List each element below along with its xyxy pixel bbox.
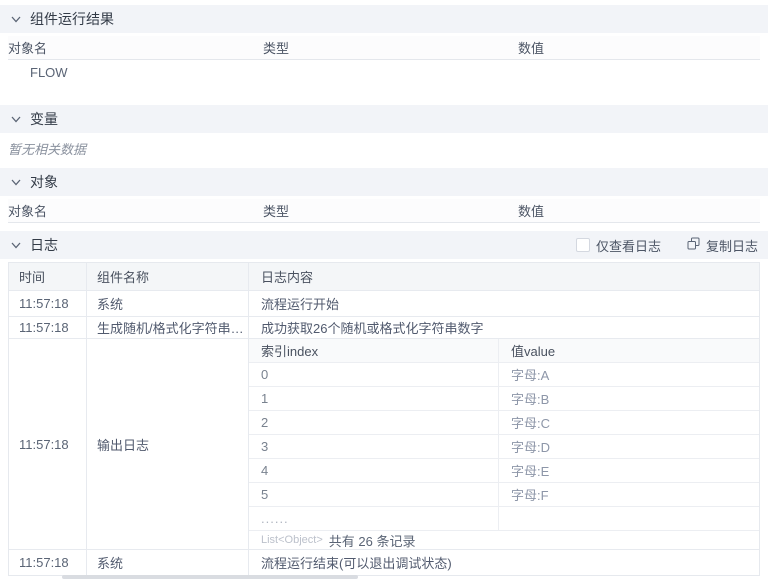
section-header-objects[interactable]: 对象 <box>0 168 768 196</box>
column-header-value: 数值 <box>518 204 545 219</box>
copy-logs-button[interactable]: 复制日志 <box>687 236 758 255</box>
section-title: 对象 <box>30 174 58 190</box>
column-header-type: 类型 <box>263 41 290 56</box>
log-row-output: 11:57:18 输出日志 索引index 值value 0 字母:A 1 字母… <box>9 338 759 549</box>
nested-row: 2 字母:C <box>249 410 759 434</box>
nested-row-ellipsis: ...... <box>249 506 759 530</box>
log-controls: 仅查看日志 复制日志 <box>575 236 758 255</box>
log-row: 11:57:18 系统 流程运行开始 <box>9 290 759 316</box>
section-header-component-result[interactable]: 组件运行结果 <box>0 5 768 33</box>
value-cell <box>499 507 759 530</box>
only-view-logs-label: 仅查看日志 <box>595 238 661 254</box>
only-view-logs-toggle[interactable]: 仅查看日志 <box>575 236 661 255</box>
index-cell: 4 <box>249 459 499 482</box>
only-view-logs-checkbox[interactable] <box>575 238 590 252</box>
index-cell: 3 <box>249 435 499 458</box>
list-type-tag: List<Object> <box>261 534 323 546</box>
index-cell: 1 <box>249 387 499 410</box>
chevron-down-icon <box>10 113 22 125</box>
log-time: 11:57:18 <box>9 550 87 575</box>
log-content: 流程运行开始 <box>261 297 340 312</box>
chevron-down-icon <box>10 239 22 251</box>
object-table-header: 对象名 类型 数值 <box>8 199 760 223</box>
chevron-down-icon <box>10 176 22 188</box>
value-cell: 字母:A <box>511 368 550 383</box>
section-header-logs[interactable]: 日志 仅查看日志 复制日志 <box>0 231 768 259</box>
chevron-down-icon <box>10 13 22 25</box>
value-cell: 字母:B <box>511 392 550 407</box>
value-cell: 字母:F <box>511 488 549 503</box>
column-header-component: 组件名称 <box>87 263 249 290</box>
value-cell: 字母:E <box>511 464 550 479</box>
result-object-name: FLOW <box>30 64 68 80</box>
column-header-name: 对象名 <box>8 204 48 219</box>
nested-table-footer: List<Object> 共有 26 条记录 <box>249 530 759 549</box>
ellipsis-cell: ...... <box>249 507 499 530</box>
log-time: 11:57:18 <box>9 317 87 338</box>
index-cell: 5 <box>249 483 499 506</box>
log-row: 11:57:18 生成随机/格式化字符串… 成功获取26个随机或格式化字符串数字 <box>9 316 759 338</box>
section-header-variables[interactable]: 变量 <box>0 105 768 133</box>
log-time: 11:57:18 <box>9 291 87 316</box>
nested-row: 3 字母:D <box>249 434 759 458</box>
log-component: 系统 <box>87 291 249 316</box>
horizontal-scrollbar-thumb[interactable] <box>62 575 358 579</box>
value-cell: 字母:D <box>511 440 551 455</box>
log-content: 流程运行结束(可以退出调试状态) <box>261 556 452 571</box>
debug-result-panel: 组件运行结果 对象名 类型 数值 FLOW 变量 暂无相关数据 对象 对象名 类… <box>0 5 768 579</box>
log-time: 11:57:18 <box>9 339 87 549</box>
column-header-index: 索引index <box>249 339 499 362</box>
empty-data-text: 暂无相关数据 <box>8 141 87 157</box>
nested-row: 1 字母:B <box>249 386 759 410</box>
section-title: 变量 <box>30 111 58 127</box>
column-header-type: 类型 <box>263 204 290 219</box>
index-cell: 2 <box>249 411 499 434</box>
log-table: 时间 组件名称 日志内容 11:57:18 系统 流程运行开始 11:57:18… <box>8 262 760 576</box>
value-cell: 字母:C <box>511 416 551 431</box>
nested-table-header: 索引index 值value <box>249 339 759 362</box>
log-row: 11:57:18 系统 流程运行结束(可以退出调试状态) <box>9 549 759 575</box>
column-header-value: 值value <box>511 344 556 359</box>
nested-row: 0 字母:A <box>249 362 759 386</box>
table-row[interactable]: FLOW <box>8 60 760 84</box>
nested-result-table: 索引index 值value 0 字母:A 1 字母:B 2 字母:C 3 字母… <box>249 339 759 549</box>
copy-logs-label: 复制日志 <box>705 238 758 254</box>
nested-row: 4 字母:E <box>249 458 759 482</box>
column-header-value: 数值 <box>518 41 545 56</box>
log-component: 生成随机/格式化字符串… <box>87 317 249 338</box>
record-count-text: 共有 26 条记录 <box>328 533 416 549</box>
log-content: 成功获取26个随机或格式化字符串数字 <box>261 321 484 336</box>
log-table-header: 时间 组件名称 日志内容 <box>9 263 759 290</box>
index-cell: 0 <box>249 363 499 386</box>
result-table-header: 对象名 类型 数值 <box>8 36 760 60</box>
log-component: 系统 <box>87 550 249 575</box>
column-header-name: 对象名 <box>8 41 48 56</box>
nested-row: 5 字母:F <box>249 482 759 506</box>
copy-icon <box>687 237 700 253</box>
section-title: 日志 <box>30 237 58 253</box>
section-title: 组件运行结果 <box>30 11 114 27</box>
column-header-time: 时间 <box>9 263 87 290</box>
log-component: 输出日志 <box>87 339 249 549</box>
column-header-content: 日志内容 <box>261 270 314 285</box>
